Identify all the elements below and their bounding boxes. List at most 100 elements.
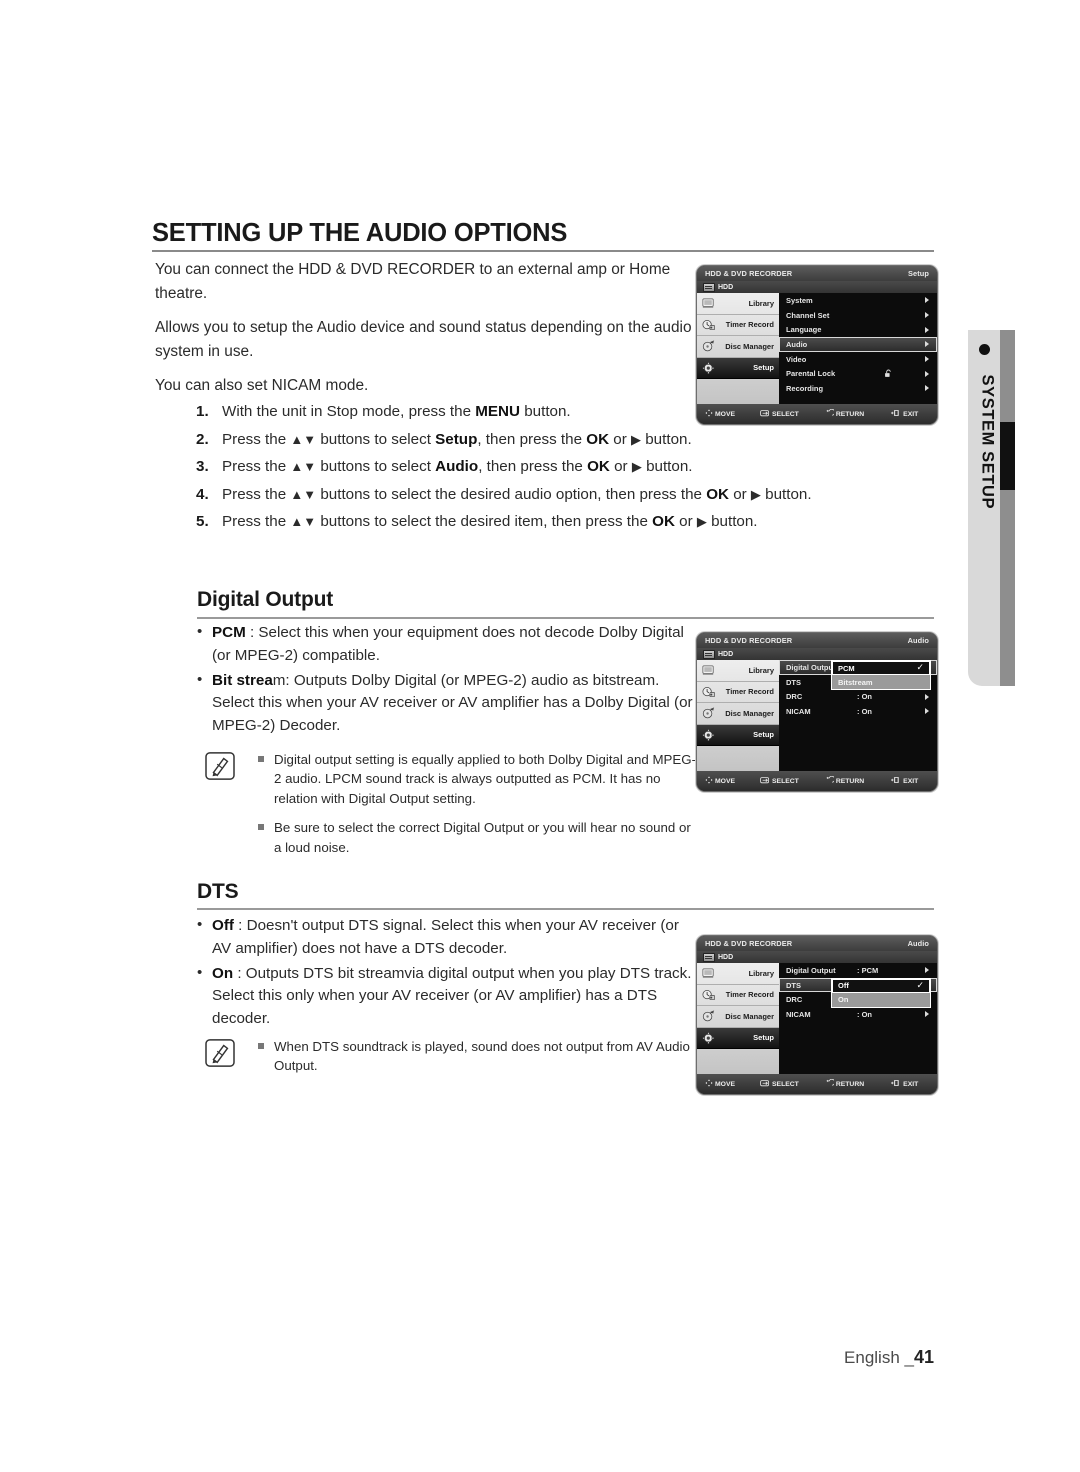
side-tab-marker bbox=[1000, 422, 1015, 490]
osd-sidebar-item-timer-record[interactable]: Timer Record bbox=[697, 985, 779, 1006]
library-icon bbox=[701, 296, 716, 310]
osd-source-label: HDD bbox=[718, 650, 734, 658]
osd-title-bar: HDD & DVD RECORDER Audio bbox=[697, 633, 937, 648]
osd-sidebar-item-disc-manager[interactable]: Disc Manager bbox=[697, 1006, 779, 1028]
disc-manager-icon bbox=[701, 706, 716, 720]
osd-menu-label: Digital Output bbox=[786, 965, 836, 975]
osd-menu-label: DTS bbox=[786, 980, 801, 990]
osd-hint-move[interactable]: MOVE bbox=[705, 409, 735, 419]
disc-manager-icon bbox=[701, 1009, 716, 1023]
step-item: 2. Press the ▲▼ buttons to select Setup, … bbox=[196, 428, 896, 453]
osd-bottom-bar: MOVE SELECT RETURN EXIT bbox=[697, 771, 937, 791]
osd-menu-item[interactable]: DRC: On bbox=[779, 689, 937, 704]
osd-sidebar-item-setup[interactable]: Setup bbox=[697, 1027, 779, 1049]
osd-title-bar: HDD & DVD RECORDER Audio bbox=[697, 936, 937, 951]
osd-sidebar: Library Timer Record Disc Manager Setup bbox=[697, 660, 779, 771]
osd-hint-return[interactable]: RETURN bbox=[825, 775, 864, 786]
step-text: With the unit in Stop mode, press the ME… bbox=[222, 403, 571, 420]
osd-menu-item[interactable]: Language bbox=[779, 322, 937, 337]
intro-paragraph-3: You can also set NICAM mode. bbox=[155, 377, 369, 394]
osd-menu-item[interactable]: Audio bbox=[779, 337, 937, 352]
osd-hint-exit[interactable]: EXIT bbox=[891, 1079, 918, 1089]
step-item: 4. Press the ▲▼ buttons to select the des… bbox=[196, 483, 896, 508]
osd-menu-list: System Channel Set Language Audio Video Paren… bbox=[779, 293, 937, 404]
osd-screenshot-digital-output: HDD & DVD RECORDER Audio HDD Library Timer R… bbox=[696, 632, 938, 792]
osd-sidebar-label: Disc Manager bbox=[725, 341, 774, 351]
step-item: 3. Press the ▲▼ buttons to select Audio, … bbox=[196, 455, 896, 480]
osd-context-label: Audio bbox=[907, 939, 929, 948]
osd-hint-return[interactable]: RETURN bbox=[825, 1078, 864, 1089]
osd-option-item[interactable]: On bbox=[832, 992, 930, 1007]
page-title: SETTING UP THE AUDIO OPTIONS bbox=[152, 219, 568, 247]
osd-hint-select[interactable]: SELECT bbox=[760, 409, 799, 419]
osd-option-item[interactable]: Off ✓ bbox=[832, 978, 930, 993]
osd-hint-label: MOVE bbox=[715, 410, 736, 418]
osd-hint-select[interactable]: SELECT bbox=[760, 1079, 799, 1089]
dts-note-box: When DTS soundtrack is played, sound doe… bbox=[200, 1037, 700, 1086]
osd-sidebar-item-disc-manager[interactable]: Disc Manager bbox=[697, 703, 779, 725]
osd-sidebar-item-timer-record[interactable]: Timer Record bbox=[697, 315, 779, 336]
osd-hint-move[interactable]: MOVE bbox=[705, 1079, 735, 1089]
osd-hint-exit[interactable]: EXIT bbox=[891, 409, 918, 419]
osd-sidebar-item-library[interactable]: Library bbox=[697, 293, 779, 315]
osd-menu-value: : On bbox=[857, 1009, 872, 1019]
osd-hint-label: RETURN bbox=[835, 410, 865, 418]
osd-menu-item[interactable]: System bbox=[779, 293, 937, 308]
osd-sidebar-item-library[interactable]: Library bbox=[697, 660, 779, 682]
unlock-icon bbox=[884, 369, 893, 378]
osd-option-label: On bbox=[838, 995, 849, 1005]
chevron-right-icon bbox=[925, 708, 929, 715]
osd-sidebar-item-setup[interactable]: Setup bbox=[697, 724, 779, 746]
library-icon bbox=[701, 966, 716, 980]
osd-hint-move[interactable]: MOVE bbox=[705, 776, 735, 786]
note-item: Digital output setting is equally applie… bbox=[258, 750, 700, 808]
osd-menu-label: NICAM bbox=[786, 706, 811, 716]
chevron-right-icon bbox=[925, 326, 929, 333]
osd-sidebar-label: Setup bbox=[753, 730, 774, 740]
osd-sidebar-label: Disc Manager bbox=[725, 1011, 774, 1021]
osd-menu-label: Parental Lock bbox=[786, 369, 836, 379]
return-icon bbox=[825, 775, 836, 786]
osd-menu-label: Channel Set bbox=[786, 310, 830, 320]
osd-hint-select[interactable]: SELECT bbox=[760, 776, 799, 786]
select-icon bbox=[760, 1079, 770, 1089]
osd-option-item[interactable]: PCM ✓ bbox=[832, 661, 930, 675]
osd-menu-value: : PCM bbox=[857, 965, 879, 975]
osd-menu-item[interactable]: NICAM: On bbox=[779, 704, 937, 719]
osd-hint-exit[interactable]: EXIT bbox=[891, 776, 918, 786]
osd-context-label: Audio bbox=[907, 636, 929, 645]
setup-gear-icon bbox=[701, 1031, 716, 1045]
setup-gear-icon bbox=[701, 728, 716, 742]
osd-menu-label: Language bbox=[786, 325, 822, 335]
digital-output-note-box: Digital output setting is equally applie… bbox=[200, 750, 700, 867]
osd-sidebar-item-library[interactable]: Library bbox=[697, 963, 779, 985]
osd-menu-item[interactable]: Recording bbox=[779, 381, 937, 396]
osd-option-item[interactable]: Bitstream bbox=[832, 675, 930, 689]
osd-sidebar-item-disc-manager[interactable]: Disc Manager bbox=[697, 336, 779, 358]
chevron-right-icon bbox=[925, 967, 929, 974]
osd-option-popup: PCM ✓ Bitstream bbox=[831, 660, 931, 690]
step-text: Press the ▲▼ buttons to select Setup, th… bbox=[222, 430, 692, 448]
osd-menu-value: : On bbox=[857, 692, 872, 702]
osd-menu-item[interactable]: Digital Output : PCM bbox=[779, 963, 937, 978]
osd-menu-item[interactable]: Video bbox=[779, 352, 937, 367]
osd-hint-return[interactable]: RETURN bbox=[825, 408, 865, 419]
osd-hint-label: EXIT bbox=[903, 1080, 919, 1088]
osd-screenshot-setup-menu: HDD & DVD RECORDER Setup HDD Library Timer R… bbox=[696, 265, 938, 425]
osd-title-bar: HDD & DVD RECORDER Setup bbox=[697, 266, 937, 281]
timer-record-icon bbox=[701, 988, 716, 1002]
osd-option-popup: Off ✓ On bbox=[831, 977, 931, 1008]
osd-menu-label: DRC bbox=[786, 995, 803, 1005]
osd-sidebar-item-timer-record[interactable]: Timer Record bbox=[697, 682, 779, 703]
osd-menu-item[interactable]: Parental Lock bbox=[779, 366, 937, 381]
osd-option-label: Off bbox=[838, 981, 849, 991]
osd-menu-item[interactable]: Channel Set bbox=[779, 308, 937, 323]
side-tab-system-setup: SYSTEM SETUP bbox=[968, 330, 1000, 686]
osd-sidebar-item-setup[interactable]: Setup bbox=[697, 357, 779, 379]
note-pencil-icon bbox=[205, 1039, 235, 1067]
dts-bullets: Off : Doesn't output DTS signal. Select … bbox=[197, 914, 697, 1033]
return-icon bbox=[825, 1078, 836, 1089]
osd-menu-item[interactable]: NICAM: On bbox=[779, 1007, 937, 1022]
osd-sidebar: Library Timer Record Disc Manager Setup bbox=[697, 963, 779, 1074]
intro-text: You can connect the HDD & DVD RECORDER t… bbox=[155, 258, 700, 409]
